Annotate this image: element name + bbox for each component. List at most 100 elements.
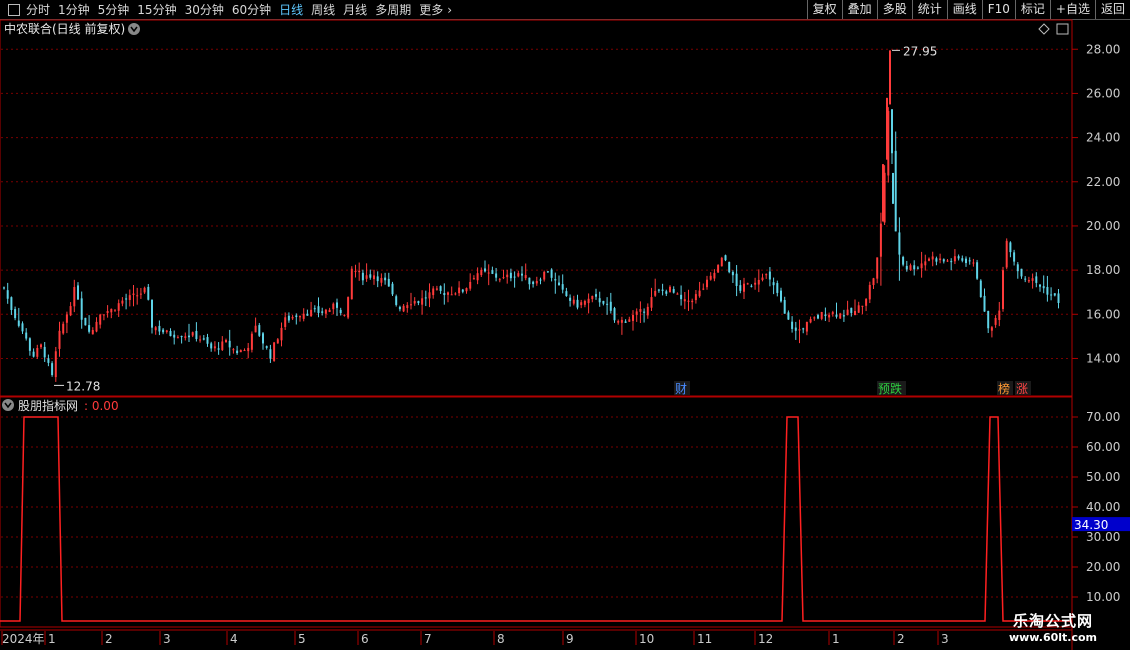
candle-body-164 <box>609 301 612 311</box>
main-tick-label-2: 18.00 <box>1086 263 1120 277</box>
candle-body-284 <box>1053 293 1056 296</box>
candle-body-202 <box>750 285 753 287</box>
candle-body-251 <box>931 256 934 260</box>
window-toggle-icon <box>1056 23 1069 35</box>
candle-body-59 <box>221 341 224 350</box>
candle-body-240 <box>891 109 893 154</box>
candle-body-117 <box>435 288 438 290</box>
low-price-label: 12.78 <box>66 379 100 393</box>
time-label-13: 1 <box>832 632 840 646</box>
candle-body-73 <box>273 342 276 361</box>
title-dropdown-icon <box>128 23 140 35</box>
candle-body-229 <box>850 307 853 313</box>
candle-body-115 <box>428 292 431 299</box>
candle-body-107 <box>398 306 401 310</box>
candle-body-197 <box>731 271 734 276</box>
indicator-dropdown-icon <box>2 399 14 411</box>
candle-body-283 <box>1050 294 1053 296</box>
candle-body-145 <box>539 279 542 281</box>
candle-body-13 <box>51 363 54 376</box>
candle-body-7 <box>28 338 31 351</box>
candle-body-67 <box>250 333 253 350</box>
candle-body-97 <box>361 272 364 281</box>
candle-body-165 <box>613 308 616 321</box>
candle-body-157 <box>583 300 586 305</box>
main-tick-label-5: 24.00 <box>1086 131 1120 145</box>
candle-body-32 <box>121 300 124 304</box>
time-label-14: 2 <box>897 632 905 646</box>
candle-body-94 <box>350 268 353 300</box>
candle-body-249 <box>924 261 927 266</box>
candle-body-172 <box>639 309 642 312</box>
candle-body-217 <box>805 321 808 332</box>
diamond-icon <box>1038 23 1050 35</box>
candle-body-78 <box>291 316 294 319</box>
candle-body-179 <box>665 291 668 294</box>
candle-body-2 <box>10 297 13 310</box>
indicator-panel-frame <box>0 396 1073 628</box>
candle-body-5 <box>21 323 24 332</box>
ind-tick-label-0: 10.00 <box>1086 590 1120 604</box>
candle-body-70 <box>262 333 264 344</box>
time-label-1: 1 <box>48 632 56 646</box>
candle-body-133 <box>495 273 498 278</box>
event-marker-2: 榜 <box>998 381 1010 396</box>
candle-body-176 <box>654 290 657 296</box>
time-label-12: 12 <box>758 632 773 646</box>
ind-tick-label-5: 60.00 <box>1086 440 1120 454</box>
candle-body-276 <box>1024 278 1027 280</box>
candle-body-49 <box>184 336 187 338</box>
candle-body-105 <box>391 283 394 295</box>
main-tick-label-7: 28.00 <box>1086 42 1120 56</box>
candle-body-85 <box>317 306 320 313</box>
candle-body-213 <box>791 321 794 329</box>
candle-body-17 <box>65 314 68 323</box>
high-price-label: 27.95 <box>903 44 937 58</box>
candle-body-21 <box>80 298 83 320</box>
candle-body-24 <box>91 330 94 335</box>
time-label-8: 8 <box>497 632 505 646</box>
candle-body-281 <box>1042 286 1045 289</box>
candle-body-273 <box>1013 252 1016 262</box>
candle-body-278 <box>1031 278 1034 281</box>
candle-body-192 <box>713 272 716 279</box>
candle-body-232 <box>861 305 864 307</box>
candle-body-206 <box>765 274 768 276</box>
candle-body-250 <box>928 258 930 261</box>
candle-body-216 <box>802 328 805 330</box>
candle-body-44 <box>165 330 168 332</box>
candle-body-271 <box>1005 240 1008 268</box>
candle-body-174 <box>646 306 649 316</box>
candle-body-9 <box>36 348 39 357</box>
candle-body-52 <box>195 330 198 339</box>
candle-body-119 <box>443 293 446 296</box>
main-tick-label-1: 16.00 <box>1086 307 1120 321</box>
candle-body-199 <box>739 285 742 291</box>
candle-body-171 <box>635 311 638 315</box>
candle-body-200 <box>743 283 745 292</box>
candle-body-259 <box>961 258 964 261</box>
candle-body-34 <box>128 295 131 300</box>
candle-body-257 <box>953 256 956 262</box>
candle-body-91 <box>339 309 342 314</box>
candle-body-106 <box>395 296 398 305</box>
candle-body-166 <box>617 321 620 323</box>
candle-body-153 <box>569 297 572 301</box>
candle-body-69 <box>258 325 261 336</box>
candle-body-180 <box>669 286 671 293</box>
ind-tick-label-1: 20.00 <box>1086 560 1120 574</box>
candle-body-20 <box>77 285 79 300</box>
candle-body-27 <box>102 314 105 316</box>
candle-body-19 <box>73 287 76 307</box>
stock-chart[interactable]: 14.00 16.00 18.00 20.00 22.00 24.00 26.00 28.00… <box>0 0 1130 650</box>
time-label-0: 2024年 <box>2 632 45 646</box>
ind-tick-label-6: 70.00 <box>1086 410 1120 424</box>
candle-body-219 <box>813 317 816 319</box>
candle-body-45 <box>169 330 172 337</box>
candle-body-226 <box>839 313 842 319</box>
candle-body-6 <box>25 332 28 339</box>
candle-body-253 <box>939 258 942 261</box>
candle-body-136 <box>506 274 509 278</box>
candle-body-224 <box>831 312 834 314</box>
candle-body-218 <box>809 318 812 323</box>
